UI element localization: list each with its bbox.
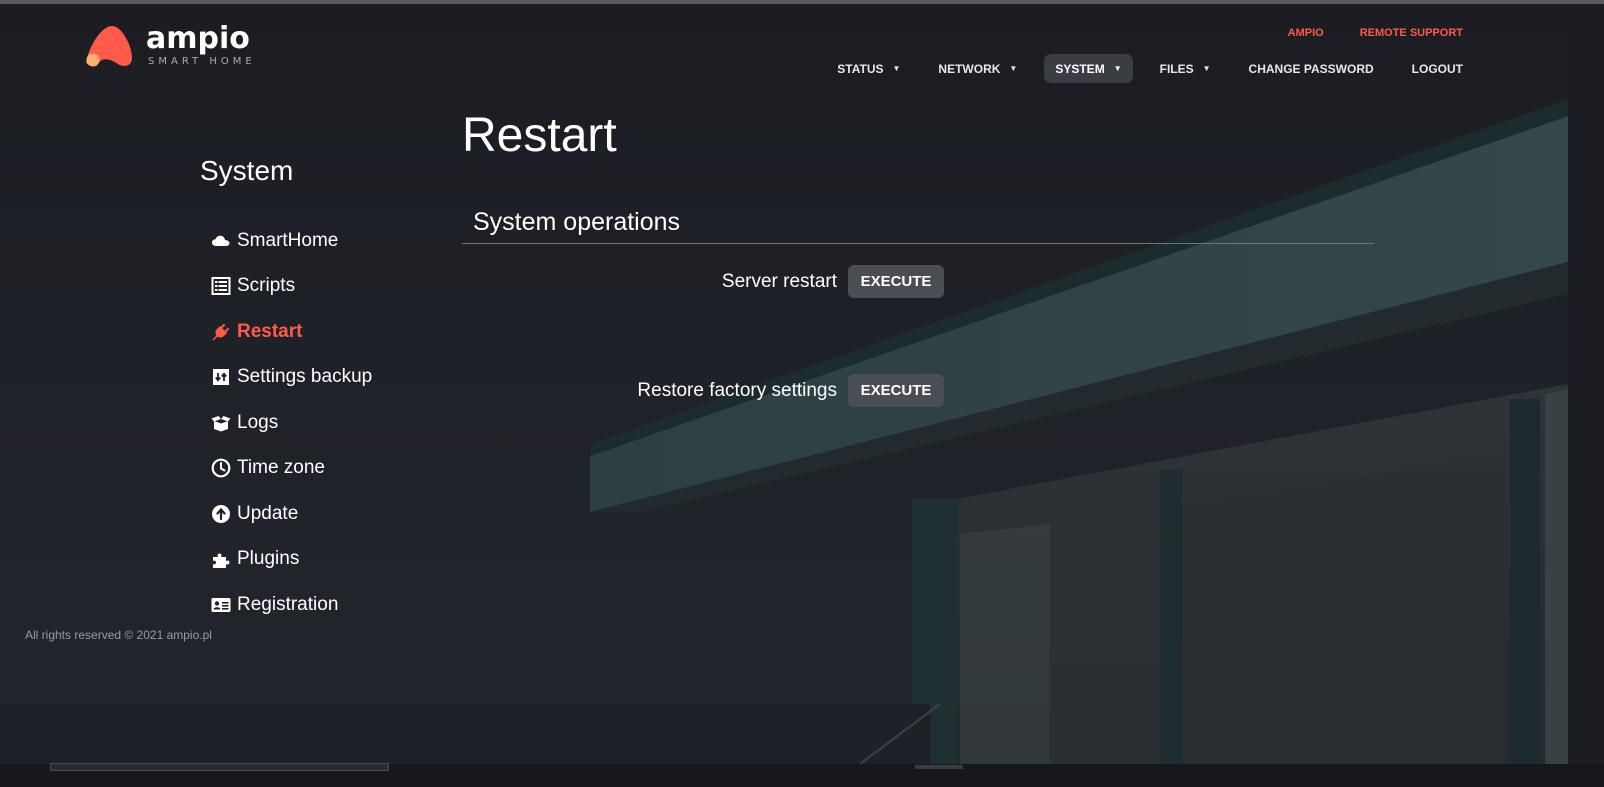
main-nav: STATUS ▼ NETWORK ▼ SYSTEM ▼ FILES ▼ CHAN… <box>810 54 1474 83</box>
backup-icon <box>210 366 232 388</box>
nav-logout[interactable]: LOGOUT <box>1401 54 1474 83</box>
top-links: AMPIO REMOTE SUPPORT <box>1288 27 1463 39</box>
sidebar-item-label: SmartHome <box>237 229 339 251</box>
sidebar-item-label: Plugins <box>237 548 300 570</box>
top-link-ampio[interactable]: AMPIO <box>1288 27 1324 39</box>
sidebar-title: System <box>200 155 294 186</box>
cloud-icon <box>210 230 232 252</box>
sidebar-item-smarthome[interactable]: SmartHome <box>210 218 372 264</box>
sidebar-item-time-zone[interactable]: Time zone <box>210 446 372 492</box>
sidebar-item-scripts[interactable]: Scripts <box>210 264 372 310</box>
section-title: System operations <box>473 208 681 236</box>
caret-down-icon: ▼ <box>1202 64 1211 73</box>
list-icon <box>210 275 232 297</box>
sidebar-item-settings-backup[interactable]: Settings backup <box>210 355 372 401</box>
operation-label: Restore factory settings <box>637 379 837 401</box>
nav-files-label: FILES <box>1159 61 1194 76</box>
top-link-remote-support[interactable]: REMOTE SUPPORT <box>1360 27 1463 39</box>
nav-logout-label: LOGOUT <box>1411 61 1463 76</box>
nav-status[interactable]: STATUS ▼ <box>826 54 911 83</box>
restore-factory-execute-button[interactable]: EXECUTE <box>848 374 944 407</box>
sidebar-item-update[interactable]: Update <box>210 491 372 537</box>
puzzle-icon <box>210 548 232 570</box>
sidebar-item-label: Logs <box>237 411 279 433</box>
section-divider <box>462 243 1374 244</box>
nav-files[interactable]: FILES ▼ <box>1149 54 1222 83</box>
nav-change-password[interactable]: CHANGE PASSWORD <box>1238 54 1385 83</box>
nav-system[interactable]: SYSTEM ▼ <box>1044 54 1133 83</box>
nav-change-password-label: CHANGE PASSWORD <box>1248 61 1374 76</box>
id-card-icon <box>210 594 232 616</box>
sidebar-item-logs[interactable]: Logs <box>210 400 372 446</box>
operation-row-server-restart: Server restart EXECUTE <box>462 265 944 298</box>
nav-system-label: SYSTEM <box>1055 61 1105 76</box>
nav-network-label: NETWORK <box>938 61 1001 76</box>
clock-icon <box>210 457 232 479</box>
sidebar-item-plugins[interactable]: Plugins <box>210 537 372 583</box>
ampio-logo: ampio SMART HOME <box>86 21 256 67</box>
svg-text:SMART HOME: SMART HOME <box>148 56 256 67</box>
sidebar-item-label: Registration <box>237 593 339 615</box>
sidebar-item-label: Time zone <box>237 457 325 479</box>
horizontal-scrollbar[interactable] <box>50 763 389 771</box>
copyright-text: All rights reserved © 2021 ampio.pl <box>25 628 212 642</box>
plug-icon <box>210 321 232 343</box>
caret-down-icon: ▼ <box>1009 64 1018 73</box>
caret-down-icon: ▼ <box>892 64 901 73</box>
box-icon <box>210 412 232 434</box>
sidebar-item-label: Settings backup <box>237 366 373 388</box>
caret-down-icon: ▼ <box>1113 64 1122 73</box>
sidebar-menu: SmartHome Scripts Restart Settings backu… <box>210 218 372 628</box>
page-title: Restart <box>462 109 617 162</box>
scrollbar-thumb[interactable] <box>915 765 963 769</box>
svg-text:ampio: ampio <box>146 21 250 56</box>
sidebar-item-label: Update <box>237 502 299 524</box>
server-restart-execute-button[interactable]: EXECUTE <box>848 265 944 298</box>
operation-row-restore-factory: Restore factory settings EXECUTE <box>462 374 944 407</box>
sidebar-item-registration[interactable]: Registration <box>210 582 372 628</box>
sidebar-item-label: Scripts <box>237 275 296 297</box>
nav-status-label: STATUS <box>837 61 884 76</box>
operation-label: Server restart <box>721 270 837 292</box>
nav-network[interactable]: NETWORK ▼ <box>927 54 1028 83</box>
upload-circle-icon <box>210 503 232 525</box>
sidebar-item-label: Restart <box>237 320 303 342</box>
sidebar-item-restart[interactable]: Restart <box>210 309 372 355</box>
